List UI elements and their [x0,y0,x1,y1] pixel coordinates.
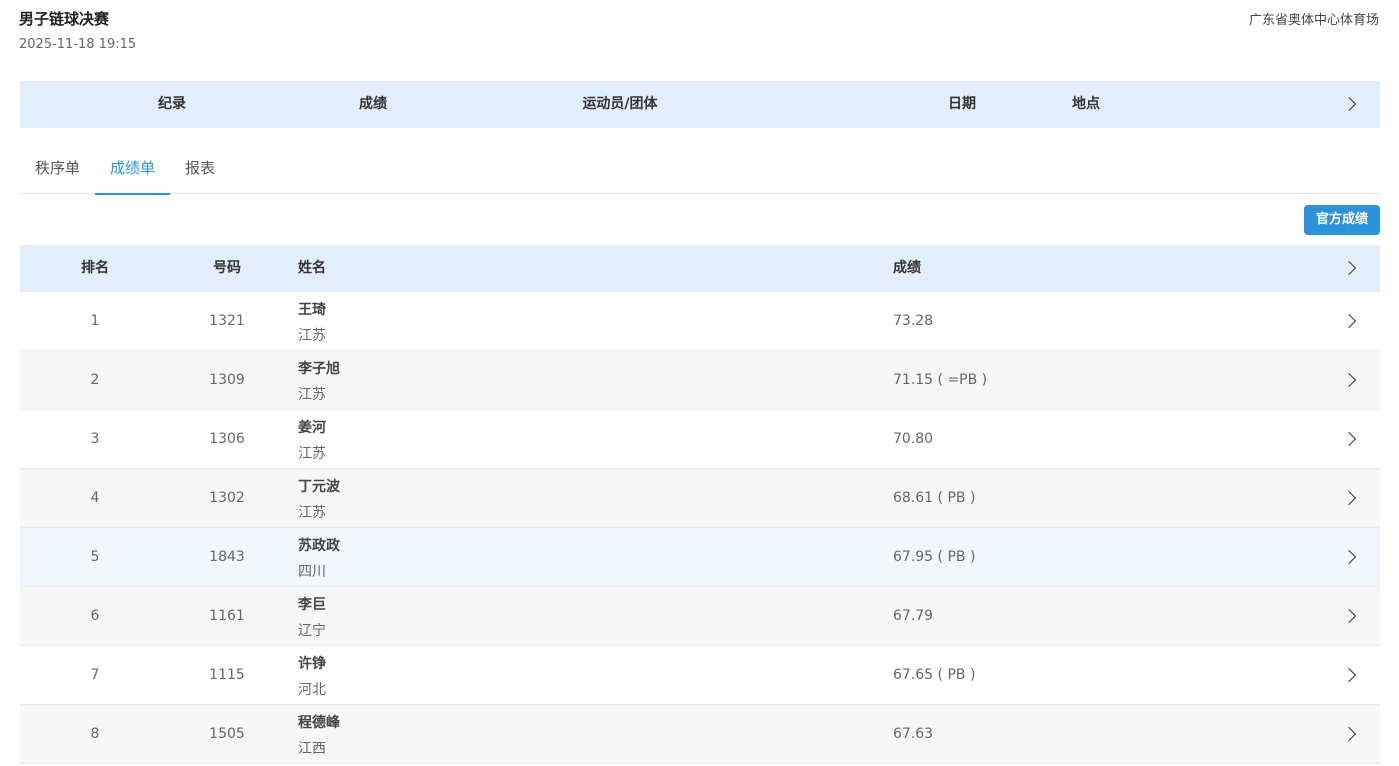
result-value: 67.65 ( PB ) [893,667,976,683]
tab-report[interactable]: 报表 [170,142,230,194]
bib-cell: 1321 [209,292,263,350]
chevron-right-icon[interactable] [1341,313,1357,329]
rank-value: 6 [90,608,100,624]
bib-value: 1843 [209,549,245,565]
athlete-name: 许铮 [298,656,326,672]
chevron-right-icon[interactable] [1341,726,1357,742]
athlete-team: 四川 [298,564,326,580]
bib-value: 1306 [209,431,245,447]
record-col-result: 成绩 [359,96,387,112]
athlete-team: 江苏 [298,446,326,462]
record-col-athlete: 运动员/团体 [582,96,658,112]
record-col-place: 地点 [1072,96,1100,112]
result-value: 67.79 [893,608,934,624]
rank-value: 4 [90,490,100,506]
tab-bar: 秩序单 成绩单 报表 [20,142,1380,195]
table-row[interactable]: 4 1302 丁元波江苏 68.61 ( PB ) [20,469,1380,528]
athlete-team: 辽宁 [298,623,326,639]
table-row[interactable]: 2 1309 李子旭江苏 71.15 ( =PB ) [20,351,1380,410]
header-rank: 排名 [81,260,109,276]
athlete-team: 江苏 [298,505,326,521]
result-value: 71.15 ( =PB ) [893,372,988,388]
rank-value: 5 [90,549,100,565]
athlete-name: 李子旭 [298,361,340,377]
record-col-date: 日期 [948,96,976,112]
athlete-team: 河北 [298,682,326,698]
bib-cell: 1309 [209,351,263,409]
header-bib: 号码 [213,260,241,276]
chevron-right-icon[interactable] [1341,549,1357,565]
bib-cell: 1505 [209,705,263,763]
athlete-team: 江苏 [298,387,326,403]
event-title: 男子链球决赛 [19,10,110,28]
bib-cell: 1115 [209,646,263,704]
table-row[interactable]: 6 1161 李巨辽宁 67.79 [20,587,1380,646]
table-row[interactable]: 7 1115 许铮河北 67.65 ( PB ) [20,646,1380,705]
athlete-name: 王琦 [298,302,326,318]
chevron-right-icon[interactable] [1341,260,1357,276]
bib-value: 1302 [209,490,245,506]
athlete-name: 苏政政 [298,538,340,554]
bib-value: 1161 [209,608,245,624]
chevron-right-icon[interactable] [1341,490,1357,506]
chevron-right-icon[interactable] [1341,667,1357,683]
header-result: 成绩 [893,260,921,276]
chevron-right-icon[interactable] [1341,96,1357,112]
bib-value: 1321 [209,313,245,329]
official-results-button[interactable]: 官方成绩 [1304,205,1380,235]
result-value: 68.61 ( PB ) [893,490,976,506]
bib-cell: 1161 [209,587,263,645]
rank-value: 1 [90,313,100,329]
athlete-name: 丁元波 [298,479,340,495]
result-value: 67.63 [893,726,934,742]
event-datetime: 2025-11-18 19:15 [19,37,137,52]
chevron-right-icon[interactable] [1341,431,1357,447]
tab-results[interactable]: 成绩单 [95,142,170,195]
athlete-team: 江西 [298,741,326,757]
table-row[interactable]: 3 1306 姜河江苏 70.80 [20,410,1380,469]
table-row[interactable]: 8 1505 程德峰江西 67.63 [20,705,1380,764]
record-bar[interactable]: 纪录 成绩 运动员/团体 日期 地点 [20,81,1380,128]
result-value: 67.95 ( PB ) [893,549,976,565]
result-value: 73.28 [893,313,934,329]
bib-value: 1505 [209,726,245,742]
athlete-name: 程德峰 [298,715,340,731]
athlete-team: 江苏 [298,328,326,344]
athlete-name: 李巨 [298,597,326,613]
bib-cell: 1843 [209,528,263,586]
chevron-right-icon[interactable] [1341,608,1357,624]
chevron-right-icon[interactable] [1341,372,1357,388]
bib-value: 1309 [209,372,245,388]
table-row[interactable]: 1 1321 王琦江苏 73.28 [20,292,1380,351]
athlete-name: 姜河 [298,420,326,436]
header-name: 姓名 [298,260,326,276]
tab-order-list[interactable]: 秩序单 [20,142,95,194]
bib-cell: 1306 [209,410,263,468]
result-value: 70.80 [893,431,934,447]
rank-value: 2 [90,372,100,388]
rank-value: 3 [90,431,100,447]
record-col-record: 纪录 [158,96,186,112]
bib-cell: 1302 [209,469,263,527]
bib-value: 1115 [209,667,245,683]
rank-value: 8 [90,726,100,742]
table-header: 排名 号码 姓名 成绩 [20,245,1380,292]
rank-value: 7 [90,667,100,683]
results-table: 排名 号码 姓名 成绩 1 1321 王琦 江苏 73.28 2 1309 李子旭 江苏 71.1… [20,245,1380,764]
table-row[interactable]: 5 1843 苏政政四川 67.95 ( PB ) [20,528,1380,587]
venue: 广东省奥体中心体育场 [1248,13,1379,28]
